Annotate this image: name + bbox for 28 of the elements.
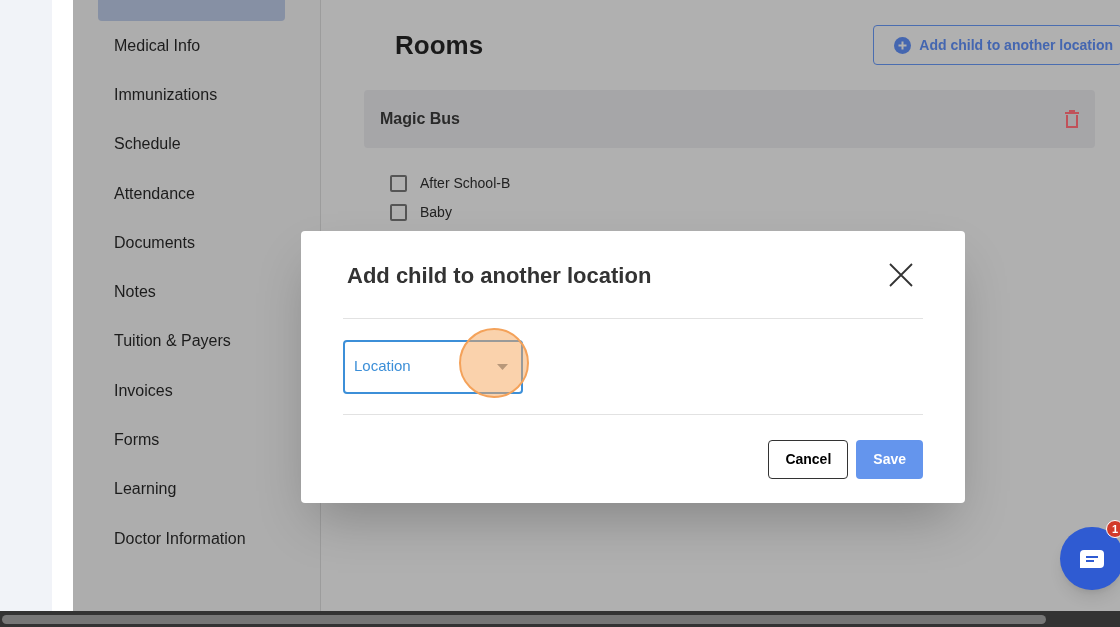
nav-item[interactable]: Learning [114, 464, 285, 514]
scrollbar-thumb[interactable] [2, 614, 1046, 624]
close-button[interactable] [889, 262, 913, 287]
cancel-button[interactable]: Cancel [768, 439, 849, 479]
nav-item[interactable]: Doctor Information [114, 513, 285, 564]
nav-item[interactable]: Forms [114, 415, 285, 465]
nav-item[interactable]: Notes [114, 267, 285, 317]
location-select[interactable]: Location [343, 339, 523, 394]
plus-icon [894, 36, 912, 54]
nav-item[interactable]: Invoices [114, 366, 285, 416]
nav-item[interactable]: Schedule [114, 119, 285, 169]
nav-item[interactable]: Attendance [114, 168, 285, 219]
nav-item[interactable]: Tuition & Payers [114, 316, 285, 367]
page-title: Rooms [395, 28, 484, 62]
checkbox[interactable] [390, 175, 407, 192]
notification-badge: 1 [1106, 520, 1120, 538]
room-label: Baby [420, 203, 452, 222]
dialog-title: Add child to another location [347, 262, 652, 290]
nav-item[interactable]: Documents [114, 218, 285, 268]
nav-item[interactable]: Immunizations [114, 70, 285, 120]
location-name: Magic Bus [380, 109, 460, 129]
nav-item[interactable]: Medical Info [114, 21, 285, 71]
room-label: After School-B [420, 174, 511, 193]
chat-icon [1080, 549, 1104, 568]
checkbox[interactable] [390, 204, 407, 221]
chat-button[interactable] [1060, 527, 1120, 590]
delete-icon[interactable] [1065, 110, 1079, 128]
caret-icon [497, 363, 508, 370]
